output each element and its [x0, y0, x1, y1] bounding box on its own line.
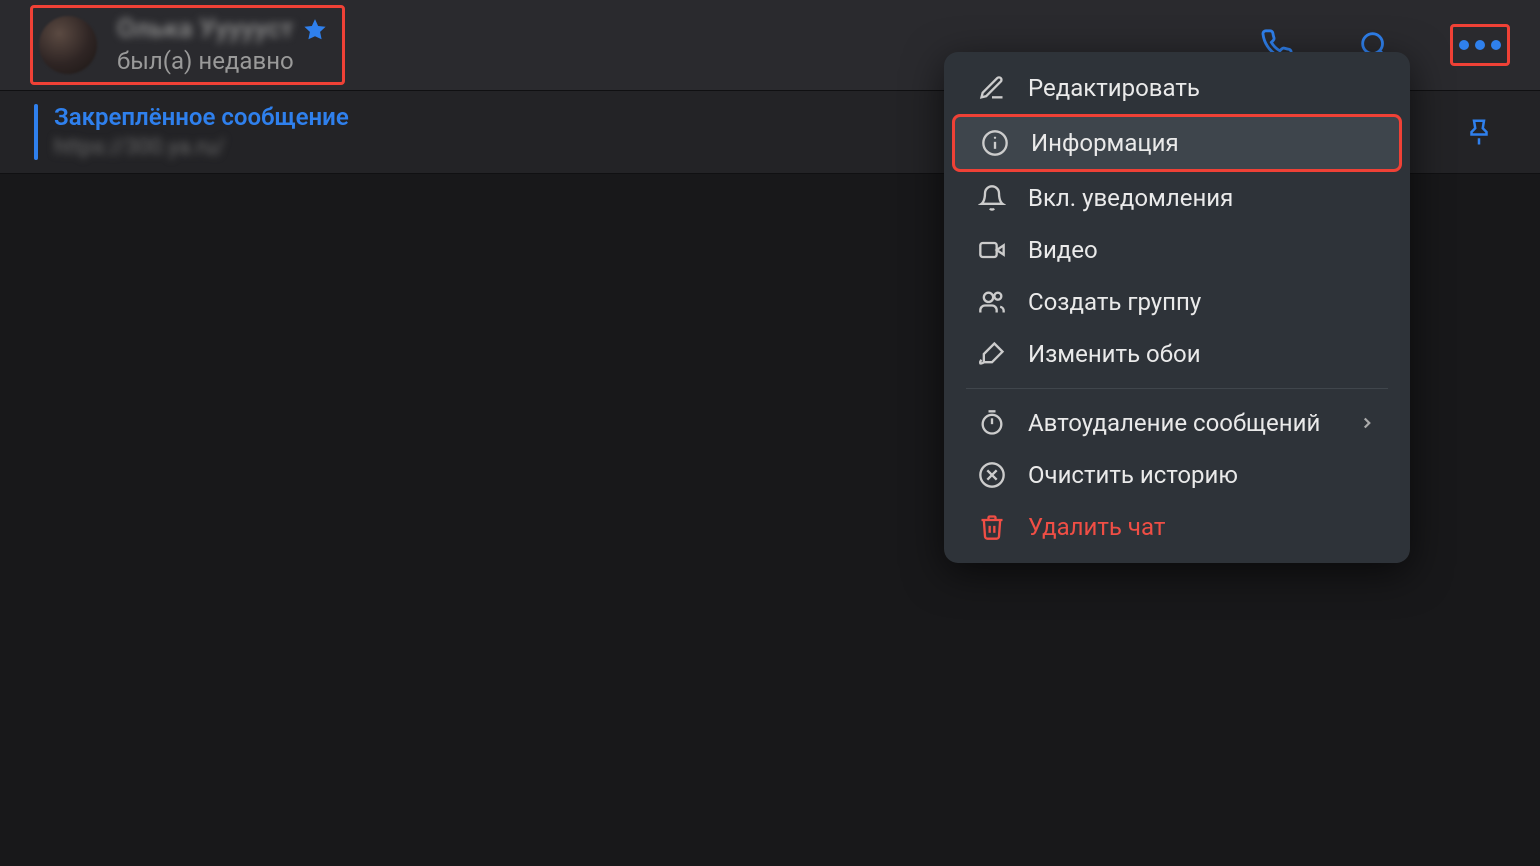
brush-icon: [978, 340, 1006, 368]
menu-item-label: Автоудаление сообщений: [1028, 409, 1336, 437]
menu-item-create-group[interactable]: Создать группу: [952, 276, 1402, 328]
avatar[interactable]: [39, 16, 97, 74]
dot-icon: [1491, 40, 1501, 50]
menu-item-notifications[interactable]: Вкл. уведомления: [952, 172, 1402, 224]
menu-item-change-wallpaper[interactable]: Изменить обои: [952, 328, 1402, 380]
video-icon: [978, 236, 1006, 264]
pin-icon[interactable]: [1464, 117, 1494, 147]
menu-item-label: Видео: [1028, 236, 1376, 264]
menu-item-auto-delete[interactable]: Автоудаление сообщений: [952, 397, 1402, 449]
menu-item-label: Изменить обои: [1028, 340, 1376, 368]
group-icon: [978, 288, 1006, 316]
trash-icon: [978, 513, 1006, 541]
clear-icon: [978, 461, 1006, 489]
menu-item-label: Информация: [1031, 129, 1373, 157]
chevron-right-icon: [1358, 414, 1376, 432]
bell-icon: [978, 184, 1006, 212]
more-button[interactable]: [1450, 24, 1510, 66]
profile-block[interactable]: Олька Уууууст был(а) недавно: [30, 5, 345, 85]
pinned-subtitle: https://300.ya.ru/: [54, 134, 349, 162]
pinned-title: Закреплённое сообщение: [54, 102, 349, 132]
dot-icon: [1475, 40, 1485, 50]
menu-item-info[interactable]: Информация: [952, 114, 1402, 172]
menu-item-label: Очистить историю: [1028, 461, 1376, 489]
profile-status: был(а) недавно: [117, 47, 328, 76]
pinned-stripe: [34, 104, 38, 160]
dot-icon: [1459, 40, 1469, 50]
timer-icon: [978, 409, 1006, 437]
menu-item-video[interactable]: Видео: [952, 224, 1402, 276]
star-icon: [302, 17, 328, 43]
menu-item-label: Удалить чат: [1028, 513, 1376, 541]
menu-item-clear-history[interactable]: Очистить историю: [952, 449, 1402, 501]
menu-item-edit[interactable]: Редактировать: [952, 62, 1402, 114]
menu-item-label: Редактировать: [1028, 74, 1376, 102]
pencil-square-icon: [978, 74, 1006, 102]
menu-item-label: Вкл. уведомления: [1028, 184, 1376, 212]
menu-item-delete-chat[interactable]: Удалить чат: [952, 501, 1402, 553]
profile-text: Олька Уууууст был(а) недавно: [117, 14, 328, 76]
info-icon: [981, 129, 1009, 157]
menu-divider: [966, 388, 1388, 389]
menu-item-label: Создать группу: [1028, 288, 1376, 316]
context-menu: Редактировать Информация Вкл. уведомлени…: [944, 52, 1410, 563]
profile-name: Олька Уууууст: [117, 14, 294, 45]
